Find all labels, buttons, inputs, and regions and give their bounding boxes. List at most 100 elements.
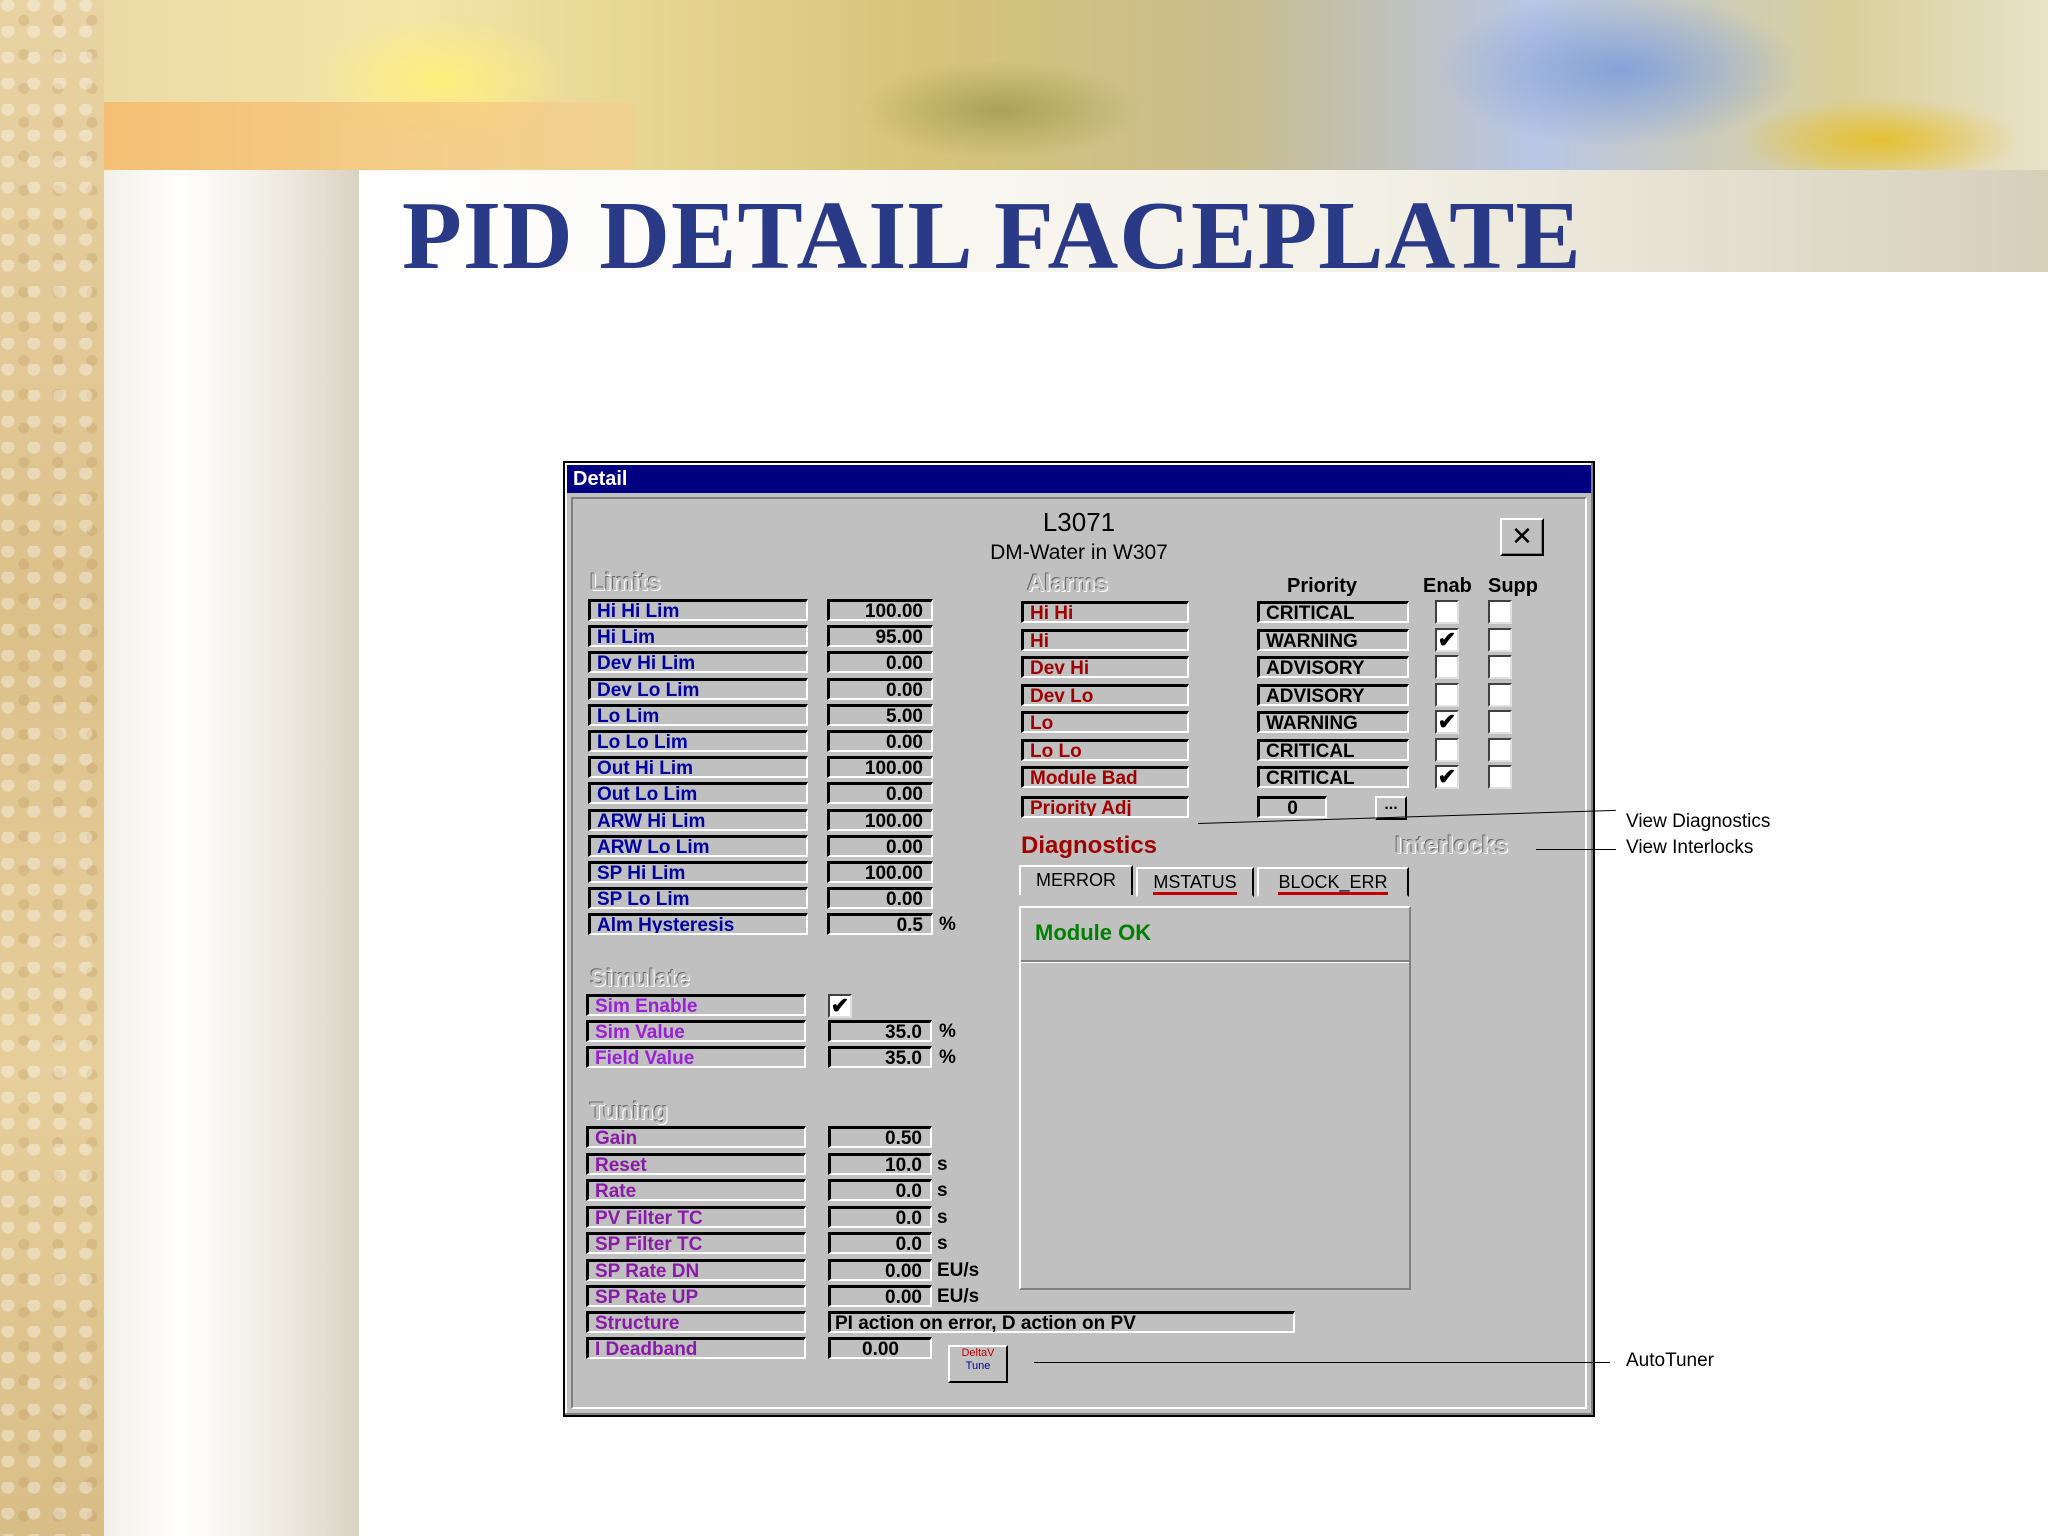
alarm-priority[interactable]: CRITICAL bbox=[1257, 738, 1409, 761]
limit-value[interactable]: 100.00 bbox=[827, 756, 933, 779]
alarm-priority[interactable]: CRITICAL bbox=[1257, 601, 1409, 623]
alarm-enable-checkbox[interactable]: ✔ bbox=[1435, 765, 1459, 789]
alarm-priority[interactable]: WARNING bbox=[1257, 628, 1409, 651]
tab-merror[interactable]: MERROR bbox=[1019, 865, 1133, 895]
tuning-value[interactable]: 0.00 bbox=[828, 1258, 932, 1281]
limit-label: Alm Hysteresis bbox=[588, 913, 808, 936]
limit-label: Hi Lim bbox=[588, 625, 808, 648]
alarm-priority[interactable]: ADVISORY bbox=[1257, 656, 1409, 678]
tuning-unit: EU/s bbox=[937, 1286, 980, 1307]
limits-header: Limits bbox=[590, 569, 661, 596]
alarm-suppress-checkbox[interactable] bbox=[1488, 655, 1512, 679]
module-tag: L3071 bbox=[1042, 507, 1116, 537]
deadband-label: I Deadband bbox=[586, 1337, 806, 1359]
simulate-unit: % bbox=[939, 1021, 956, 1042]
deadband-value[interactable]: 0.00 bbox=[828, 1337, 932, 1359]
alarm-suppress-checkbox[interactable] bbox=[1488, 710, 1512, 734]
limit-label: SP Lo Lim bbox=[588, 887, 808, 910]
diagnostics-link[interactable]: Diagnostics bbox=[1021, 832, 1157, 860]
alarm-priority[interactable]: WARNING bbox=[1257, 711, 1409, 733]
limit-label: Out Hi Lim bbox=[588, 756, 808, 779]
priority-column-header: Priority bbox=[1287, 575, 1358, 597]
tune-icon: Tune bbox=[965, 1360, 991, 1372]
tuning-label: Gain bbox=[586, 1126, 806, 1148]
limit-value[interactable]: 0.00 bbox=[827, 834, 933, 857]
limit-value[interactable]: 100.00 bbox=[827, 599, 933, 621]
limit-value[interactable]: 0.00 bbox=[827, 677, 933, 700]
alarm-enable-checkbox[interactable]: ✔ bbox=[1435, 710, 1459, 734]
alarm-enable-checkbox[interactable] bbox=[1435, 737, 1459, 762]
limit-value[interactable]: 0.00 bbox=[827, 887, 933, 910]
limit-label: ARW Lo Lim bbox=[588, 834, 808, 857]
interlocks-link[interactable]: Interlocks bbox=[1395, 832, 1508, 860]
alarm-enable-checkbox[interactable] bbox=[1435, 655, 1459, 679]
limit-value[interactable]: 95.00 bbox=[827, 625, 933, 648]
tab-block-err-label: BLOCK_ERR bbox=[1278, 872, 1388, 895]
diagnostics-message: Module OK bbox=[1035, 920, 1152, 945]
limit-value[interactable]: 0.00 bbox=[827, 651, 933, 674]
alarm-priority[interactable]: CRITICAL bbox=[1257, 766, 1409, 788]
alarm-suppress-checkbox[interactable] bbox=[1488, 600, 1512, 624]
tuning-value[interactable]: 0.0 bbox=[828, 1232, 932, 1254]
tuning-label: SP Rate DN bbox=[586, 1258, 806, 1281]
tuning-value[interactable]: 0.00 bbox=[828, 1285, 932, 1307]
alarm-enable-checkbox[interactable] bbox=[1435, 600, 1459, 624]
window-titlebar[interactable]: Detail bbox=[567, 465, 1591, 493]
tuning-unit: EU/s bbox=[937, 1259, 980, 1281]
diagnostics-panel: Module OK bbox=[1019, 906, 1411, 1290]
alarm-suppress-checkbox[interactable] bbox=[1488, 737, 1512, 762]
detail-window: Detail L3071 DM-Water in W307 ✕ Limits H… bbox=[563, 461, 1595, 1417]
limit-label: SP Hi Lim bbox=[588, 861, 808, 883]
sim-enable-checkbox[interactable]: ✔ bbox=[828, 994, 852, 1018]
autotuner-callout: AutoTuner bbox=[1626, 1350, 1715, 1371]
view-diagnostics-callout: View Diagnostics bbox=[1626, 811, 1771, 832]
alarm-label: Dev Lo bbox=[1021, 683, 1189, 706]
limit-value[interactable]: 100.00 bbox=[827, 808, 933, 831]
alarm-priority[interactable]: ADVISORY bbox=[1257, 683, 1409, 706]
tuning-header: Tuning bbox=[590, 1098, 669, 1125]
simulate-value[interactable]: 35.0 bbox=[828, 1046, 932, 1068]
alarm-label: Dev Hi bbox=[1021, 656, 1189, 678]
alarm-suppress-checkbox[interactable] bbox=[1488, 765, 1512, 789]
limit-value[interactable]: 0.00 bbox=[827, 730, 933, 752]
simulate-value[interactable]: 35.0 bbox=[828, 1020, 932, 1042]
limit-value[interactable]: 100.00 bbox=[827, 861, 933, 883]
deltav-tune-button[interactable]: DeltaV Tune bbox=[948, 1345, 1008, 1383]
alarm-suppress-checkbox[interactable] bbox=[1488, 682, 1512, 707]
close-button[interactable]: ✕ bbox=[1500, 518, 1544, 556]
sim-enable-label: Sim Enable bbox=[586, 994, 806, 1016]
tab-block-err[interactable]: BLOCK_ERR bbox=[1257, 867, 1409, 897]
alarm-label: Lo bbox=[1021, 711, 1189, 733]
alarm-label: Hi Hi bbox=[1021, 601, 1189, 623]
simulate-label: Sim Value bbox=[586, 1020, 806, 1042]
tune-button-line1: DeltaV bbox=[961, 1347, 995, 1359]
supp-column-header: Supp bbox=[1488, 575, 1538, 597]
alarm-suppress-checkbox[interactable] bbox=[1488, 627, 1512, 652]
diagnostics-divider bbox=[1021, 960, 1409, 963]
tuning-value[interactable]: 0.0 bbox=[828, 1179, 932, 1201]
limit-label: Dev Hi Lim bbox=[588, 651, 808, 674]
limit-value[interactable]: 0.5 bbox=[827, 913, 933, 936]
tuning-value[interactable]: 10.0 bbox=[828, 1152, 932, 1175]
tuning-unit: s bbox=[937, 1153, 948, 1175]
limit-value[interactable]: 0.00 bbox=[827, 782, 933, 805]
alarm-enable-checkbox[interactable] bbox=[1435, 682, 1459, 707]
limit-label: Out Lo Lim bbox=[588, 782, 808, 805]
simulate-unit: % bbox=[939, 1047, 956, 1068]
tuning-unit: s bbox=[937, 1206, 948, 1228]
tuning-label: Reset bbox=[586, 1152, 806, 1175]
structure-value[interactable]: PI action on error, D action on PV bbox=[828, 1311, 1295, 1333]
limit-value[interactable]: 5.00 bbox=[827, 703, 933, 726]
priority-adj-value[interactable]: 0 bbox=[1257, 796, 1327, 818]
tuning-value[interactable]: 0.0 bbox=[828, 1205, 932, 1228]
alarms-header: Alarms bbox=[1027, 570, 1109, 597]
slide-left-decoration bbox=[0, 0, 104, 1536]
tuning-value[interactable]: 0.50 bbox=[828, 1126, 932, 1148]
tab-mstatus[interactable]: MSTATUS bbox=[1136, 867, 1254, 897]
module-description: DM-Water in W307 bbox=[990, 541, 1168, 564]
close-icon: ✕ bbox=[1511, 521, 1533, 551]
alarm-enable-checkbox[interactable]: ✔ bbox=[1435, 627, 1459, 652]
slide-title: PID DETAIL FACEPLATE bbox=[402, 182, 1582, 290]
alarm-label: Lo Lo bbox=[1021, 738, 1189, 761]
limit-label: ARW Hi Lim bbox=[588, 808, 808, 831]
